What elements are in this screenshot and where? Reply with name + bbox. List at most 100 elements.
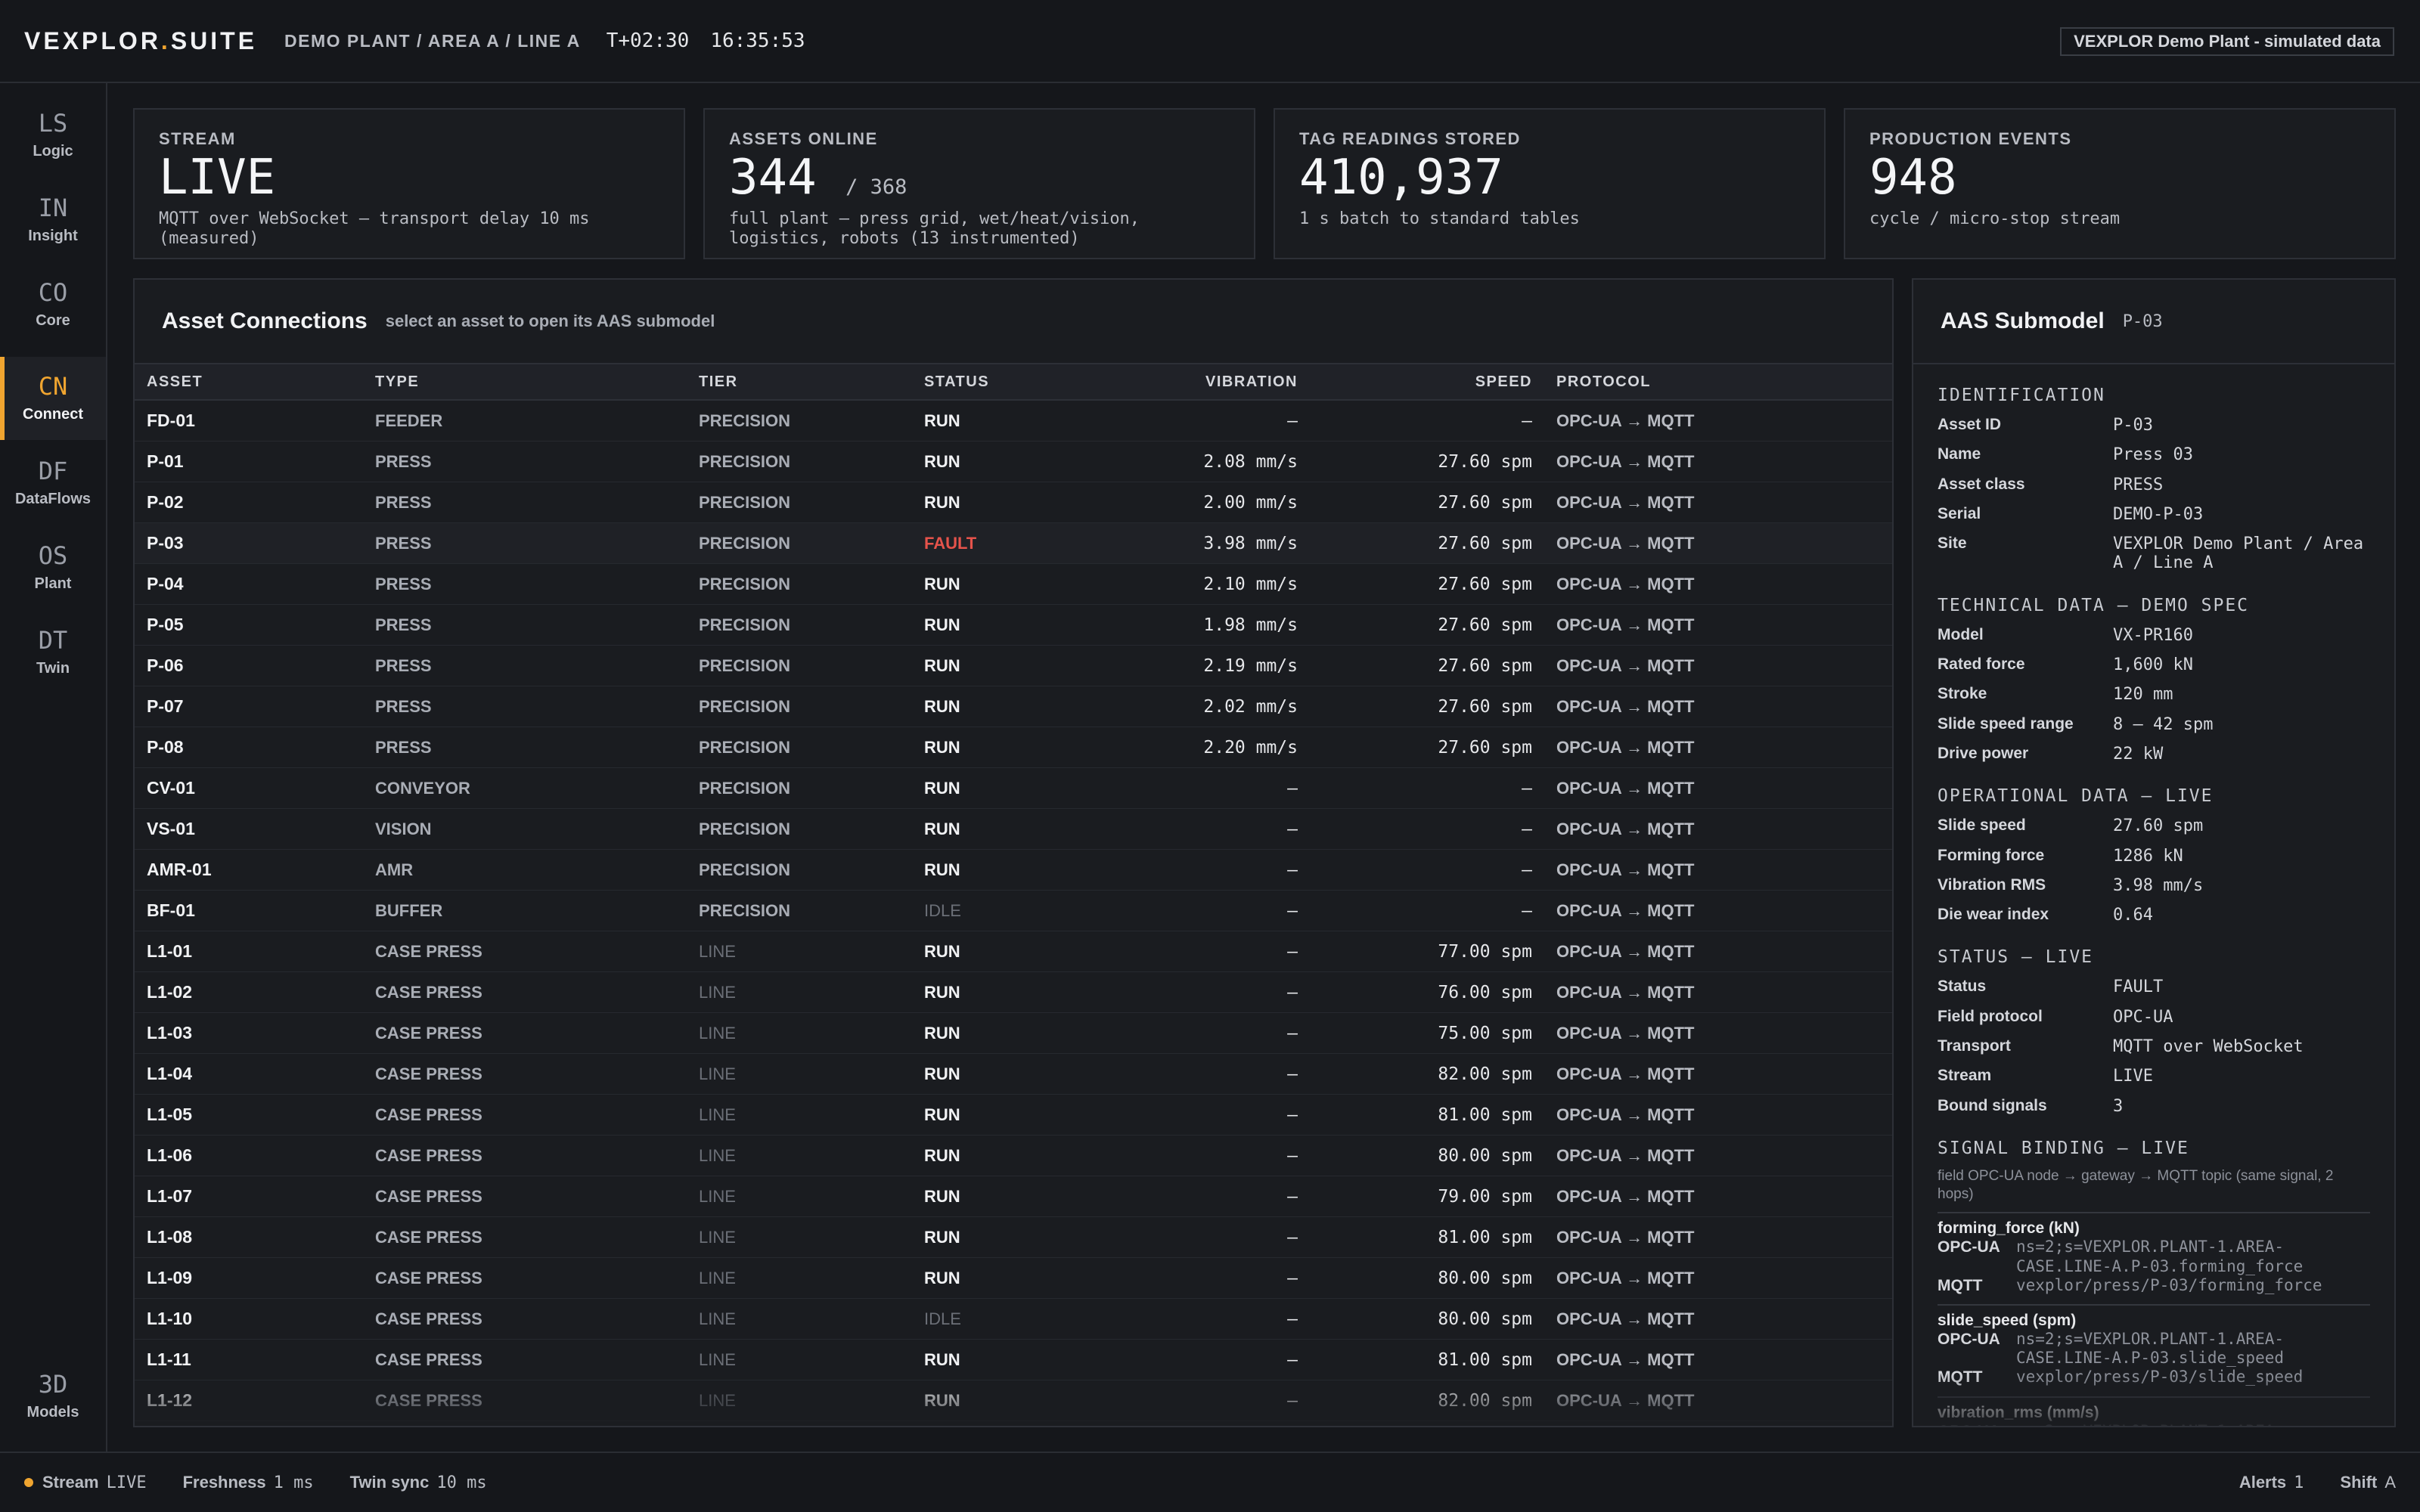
property-row: Drive power 22 kW (1938, 745, 2370, 764)
table-row[interactable]: L1-04 CASE PRESS LINE RUN – 82.00 spm OPC-UA →… (135, 1054, 1892, 1095)
cell-protocol: OPC-UA → MQTT (1556, 533, 1695, 553)
table-row[interactable]: P-07 PRESS PRECISION RUN 2.02 mm/s 27.60 spm O… (135, 686, 1892, 727)
table-row[interactable]: AMR-01 AMR PRECISION RUN – – OPC-UA → MQTT (135, 850, 1892, 891)
table-row[interactable]: L1-06 CASE PRESS LINE RUN – 80.00 spm OPC-UA →… (135, 1136, 1892, 1176)
cell-type: CASE PRESS (375, 1023, 482, 1043)
kpi-tag-readings: TAG READINGS STORED 410,937 1 s batch to… (1274, 108, 1826, 259)
table-row[interactable]: L1-01 CASE PRESS LINE RUN – 77.00 spm OPC-UA →… (135, 931, 1892, 972)
table-row[interactable]: L1-09 CASE PRESS LINE RUN – 80.00 spm OPC-UA →… (135, 1258, 1892, 1299)
sidebar-item-label: Twin (36, 659, 70, 677)
cell-tier: LINE (699, 1349, 736, 1369)
table-row[interactable]: L1-07 CASE PRESS LINE RUN – 79.00 spm OPC-UA →… (135, 1176, 1892, 1217)
simulated-data-badge: VEXPLOR Demo Plant - simulated data (2060, 27, 2394, 56)
table-row[interactable]: P-05 PRESS PRECISION RUN 1.98 mm/s 27.60 spm O… (135, 605, 1892, 646)
plant-icon: OS (38, 541, 68, 570)
signal-name: slide_speed (spm) (1938, 1312, 2077, 1329)
sidebar-item-core[interactable]: CO Core (0, 263, 106, 346)
table-row[interactable]: FD-01 FEEDER PRECISION RUN – – OPC-UA → MQTT (135, 401, 1892, 442)
section-heading: IDENTIFICATION (1938, 386, 2105, 405)
table-row[interactable]: P-04 PRESS PRECISION RUN 2.10 mm/s 27.60 spm O… (135, 564, 1892, 605)
sidebar-item-twin[interactable]: DT Twin (0, 611, 106, 694)
column-header-vibration[interactable]: VIBRATION (1075, 373, 1298, 391)
cell-speed: 82.00 spm (1438, 1064, 1532, 1084)
cell-status: RUN (924, 1064, 960, 1083)
cell-status: RUN (924, 1227, 960, 1247)
app-logo[interactable]: VEXPLOR.SUITE (24, 27, 257, 55)
table-row[interactable]: P-06 PRESS PRECISION RUN 2.19 mm/s 27.60 spm O… (135, 646, 1892, 686)
signal-binding[interactable]: slide_speed (spm) OPC-UA ns=2;s=VEXPLOR.PL… (1938, 1304, 2370, 1387)
cell-status: RUN (924, 982, 960, 1002)
cell-tier: LINE (699, 941, 736, 961)
cell-type: PRESS (375, 737, 432, 757)
cell-vibration: 1.98 mm/s (1203, 615, 1298, 635)
cell-tier: PRECISION (699, 900, 791, 920)
sidebar-item-label: Plant (34, 575, 72, 592)
sidebar-item-dataflows[interactable]: DF DataFlows (0, 442, 106, 525)
cell-vibration: 2.02 mm/s (1203, 696, 1298, 717)
status-value: A (2384, 1473, 2396, 1492)
cell-type: PRESS (375, 574, 432, 593)
table-row[interactable]: L1-08 CASE PRESS LINE RUN – 81.00 spm OPC-UA →… (135, 1217, 1892, 1258)
column-header-status[interactable]: STATUS (924, 373, 1075, 391)
kpi-value-total: / 368 (845, 175, 908, 199)
table-row[interactable]: P-08 PRESS PRECISION RUN 2.20 mm/s 27.60 spm O… (135, 727, 1892, 768)
table-row[interactable]: L1-03 CASE PRESS LINE RUN – 75.00 spm OPC-UA →… (135, 1013, 1892, 1054)
property-value: 1286 kN (2113, 846, 2183, 866)
column-header-type[interactable]: TYPE (375, 373, 699, 391)
mqtt-topic: vexplor/press/P-03/forming_force (2016, 1275, 2322, 1294)
table-row[interactable]: L1-12 CASE PRESS LINE RUN – 82.00 spm OPC-UA →… (135, 1380, 1892, 1421)
signal-binding[interactable]: forming_force (kN) OPC-UA ns=2;s=VEXPLOR.P… (1938, 1212, 2370, 1295)
table-row[interactable]: P-03 PRESS PRECISION FAULT 3.98 mm/s 27.60 sp… (135, 523, 1892, 564)
cell-speed: 81.00 spm (1438, 1227, 1532, 1247)
cell-speed: 77.00 spm (1438, 941, 1532, 962)
cell-vibration: – (1287, 1186, 1298, 1207)
table-row[interactable]: L1-10 CASE PRESS LINE IDLE – 80.00 spm OPC-UA … (135, 1299, 1892, 1340)
table-row[interactable]: CV-01 CONVEYOR PRECISION RUN – – OPC-UA → MQTT (135, 768, 1892, 809)
table-row[interactable]: L1-02 CASE PRESS LINE RUN – 76.00 spm OPC-UA →… (135, 972, 1892, 1013)
cell-type: CASE PRESS (375, 1227, 482, 1247)
cell-asset: P-07 (147, 696, 184, 716)
cell-vibration: – (1287, 411, 1298, 431)
column-header-asset[interactable]: ASSET (135, 373, 375, 391)
cell-speed: 80.00 spm (1438, 1309, 1532, 1329)
property-key: Forming force (1938, 846, 2045, 864)
alerts-status[interactable]: Alerts 1 (2239, 1473, 2304, 1492)
kpi-value: LIVE (159, 150, 276, 206)
cell-protocol: OPC-UA → MQTT (1556, 1186, 1695, 1206)
cell-type: CASE PRESS (375, 1309, 482, 1328)
sidebar-item-plant[interactable]: OS Plant (0, 526, 106, 609)
cell-tier: LINE (699, 1145, 736, 1165)
column-header-speed[interactable]: SPEED (1298, 373, 1532, 391)
cell-status: RUN (924, 655, 960, 675)
column-header-protocol[interactable]: PROTOCOL (1532, 373, 1651, 391)
cell-protocol: OPC-UA → MQTT (1556, 860, 1695, 879)
sidebar-item-models[interactable]: 3D Models (0, 1355, 106, 1438)
protocol-label: OPC-UA (1938, 1331, 2000, 1348)
sidebar: LS Logic IN Insight CO Core CN Connect D… (0, 83, 107, 1452)
table-row[interactable]: L1-05 CASE PRESS LINE RUN – 81.00 spm OPC-UA →… (135, 1095, 1892, 1136)
property-row: Rated force 1,600 kN (1938, 655, 2370, 674)
cell-tier: PRECISION (699, 492, 791, 512)
twin-sync-status: Twin sync 10 ms (350, 1473, 487, 1492)
table-row[interactable]: VS-01 VISION PRECISION RUN – – OPC-UA → MQTT (135, 809, 1892, 850)
column-header-tier[interactable]: TIER (699, 373, 924, 391)
connect-icon: CN (38, 371, 68, 401)
property-row: Status FAULT (1938, 978, 2370, 996)
sidebar-item-connect[interactable]: CN Connect (0, 357, 106, 440)
property-row: Serial DEMO-P-03 (1938, 505, 2370, 524)
property-key: Field protocol (1938, 1007, 2043, 1025)
table-row[interactable]: P-01 PRESS PRECISION RUN 2.08 mm/s 27.60 spm O… (135, 442, 1892, 482)
logic-icon: LS (38, 108, 68, 138)
breadcrumb[interactable]: DEMO PLANT / AREA A / LINE A (284, 31, 581, 51)
property-key: Slide speed (1938, 816, 2026, 835)
cell-protocol: OPC-UA → MQTT (1556, 1064, 1695, 1083)
table-row[interactable]: BF-01 BUFFER PRECISION IDLE – – OPC-UA → MQTT (135, 891, 1892, 931)
selected-asset-id: P-03 (2122, 311, 2163, 331)
signal-binding[interactable]: vibration_rms (mm/s)OPC-UAns=2;s=VEXPLOR… (1938, 1396, 2370, 1426)
cell-asset: P-03 (147, 533, 184, 553)
table-row[interactable]: L1-11 CASE PRESS LINE RUN – 81.00 spm OPC-UA →… (135, 1340, 1892, 1380)
sidebar-item-insight[interactable]: IN Insight (0, 178, 106, 262)
table-row[interactable]: P-02 PRESS PRECISION RUN 2.00 mm/s 27.60 spm O… (135, 482, 1892, 523)
sidebar-item-logic[interactable]: LS Logic (0, 94, 106, 177)
property-row: Stream LIVE (1938, 1067, 2370, 1086)
